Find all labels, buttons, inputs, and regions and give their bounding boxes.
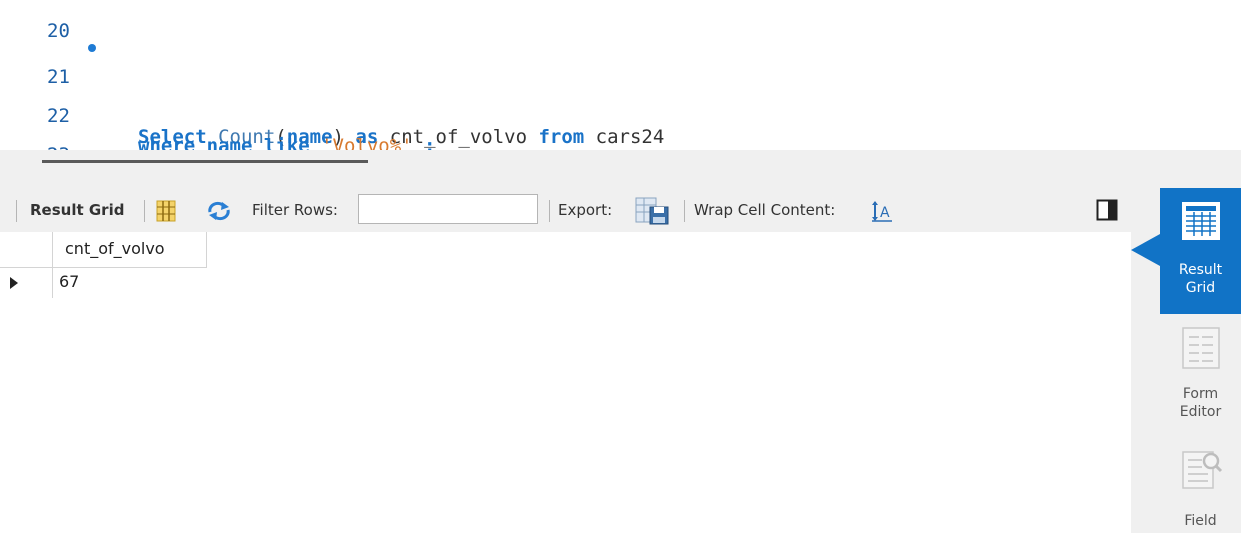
result-grid-label[interactable]: Result Grid: [30, 201, 124, 219]
export-label: Export:: [558, 201, 613, 219]
editor-margin: [1210, 0, 1241, 150]
export-icon[interactable]: [634, 197, 672, 225]
toolbar-separator: [684, 200, 685, 222]
column-header[interactable]: cnt_of_volvo: [53, 232, 207, 268]
refresh-icon[interactable]: [206, 201, 232, 221]
statement-marker-icon: [88, 44, 96, 52]
field-types-icon: [1182, 451, 1223, 489]
row-header[interactable]: [0, 268, 53, 298]
filter-rows-input[interactable]: [358, 194, 538, 224]
code-line-23[interactable]: 23: [0, 110, 1200, 150]
field-types-tab-label-1: Field: [1184, 513, 1217, 529]
table-cell[interactable]: 67: [53, 268, 207, 298]
wrap-text-icon[interactable]: A: [871, 200, 893, 222]
form-editor-tab-label-1: Form: [1182, 386, 1219, 402]
line-number: 23: [47, 140, 70, 150]
column-header-label: cnt_of_volvo: [65, 239, 165, 258]
result-grid-tab[interactable]: Result Grid: [1160, 188, 1241, 314]
filter-rows-label: Filter Rows:: [252, 201, 338, 219]
sql-editor[interactable]: 20 21 Select Count(name) as cnt_of_volvo…: [0, 0, 1210, 150]
form-editor-tab[interactable]: Form Editor: [1160, 318, 1241, 428]
cell-value: 67: [59, 272, 80, 291]
result-grid-icon: [1182, 202, 1220, 240]
code-line-21[interactable]: 21 Select Count(name) as cnt_of_volvo fr…: [0, 32, 1200, 148]
result-grid[interactable]: cnt_of_volvo 67: [0, 232, 1131, 533]
row-header-corner: [0, 232, 53, 268]
wrap-cell-content-label: Wrap Cell Content:: [694, 201, 836, 219]
field-types-tab[interactable]: Field: [1160, 442, 1241, 533]
form-editor-tab-label-2: Editor: [1179, 404, 1222, 420]
result-side-panel: Result Grid Form Editor Field: [1131, 188, 1241, 533]
code-line-22[interactable]: 22 where name like 'Volvo%' ;: [0, 71, 1200, 150]
code-line-20[interactable]: 20: [0, 0, 1200, 42]
toolbar-separator: [144, 200, 145, 222]
svg-text:A: A: [880, 205, 890, 221]
horizontal-scrollbar-thumb[interactable]: [42, 160, 368, 163]
toolbar-separator: [549, 200, 550, 222]
row-pointer-icon: [10, 277, 18, 289]
form-editor-icon: [1182, 327, 1220, 369]
toolbar-separator: [16, 200, 17, 222]
toggle-panel-icon[interactable]: [1096, 199, 1118, 221]
result-grid-tab-label-2: Grid: [1185, 280, 1216, 296]
result-toolbar: Result Grid Filter Rows: Export: Wrap Ce…: [0, 188, 1131, 232]
grid-layout-icon[interactable]: [155, 200, 177, 222]
result-grid-tab-label-1: Result: [1178, 262, 1223, 278]
horizontal-scrollbar-area[interactable]: [0, 150, 1241, 188]
